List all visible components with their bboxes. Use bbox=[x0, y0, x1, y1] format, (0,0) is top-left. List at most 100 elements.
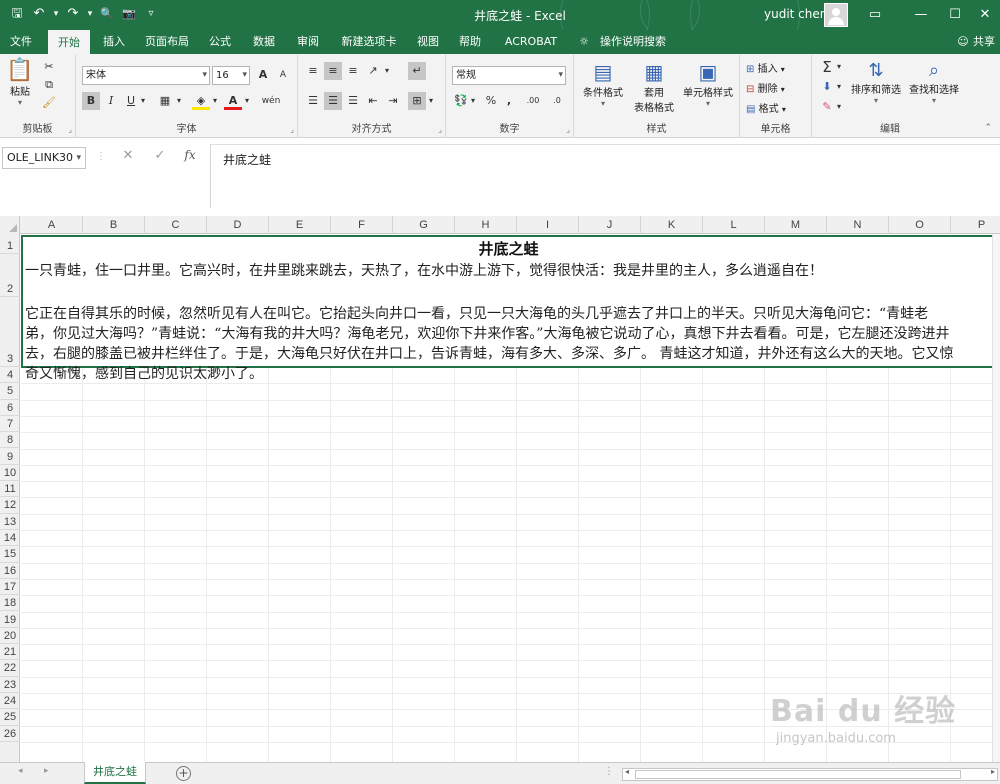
orientation-icon[interactable]: ↗ bbox=[364, 62, 382, 80]
shrink-font-button[interactable]: A bbox=[274, 66, 292, 84]
orientation-dropdown-icon[interactable]: ▾ bbox=[382, 62, 392, 80]
tab-insert[interactable]: 插入 bbox=[96, 30, 132, 54]
row-header-26[interactable]: 26 bbox=[0, 726, 20, 742]
column-header-m[interactable]: M bbox=[765, 216, 827, 234]
column-header-l[interactable]: L bbox=[703, 216, 765, 234]
column-header-j[interactable]: J bbox=[579, 216, 641, 234]
autosum-dropdown-icon[interactable]: ▾ bbox=[834, 58, 844, 76]
horizontal-scrollbar[interactable]: ◂ ▸ bbox=[622, 767, 998, 781]
redo-icon[interactable]: ↷ bbox=[64, 5, 82, 23]
percent-style-button[interactable]: % bbox=[482, 92, 500, 110]
row-header-2[interactable]: 2 bbox=[0, 254, 20, 297]
user-name[interactable]: yudit chen bbox=[764, 7, 827, 21]
italic-button[interactable]: I bbox=[102, 92, 120, 110]
comma-style-button[interactable]: , bbox=[500, 92, 518, 110]
share-icon[interactable]: ☺ bbox=[956, 30, 970, 54]
dialog-launcher-icon[interactable]: ⌟ bbox=[566, 125, 570, 134]
row-header-8[interactable]: 8 bbox=[0, 432, 20, 449]
font-size-select[interactable]: 16 ▾ bbox=[212, 66, 250, 85]
row-header-6[interactable]: 6 bbox=[0, 400, 20, 416]
tab-help[interactable]: 帮助 bbox=[452, 30, 488, 54]
row-header-9[interactable]: 9 bbox=[0, 449, 20, 465]
tab-file[interactable]: 文件 bbox=[0, 30, 42, 54]
select-all-button[interactable] bbox=[0, 216, 20, 234]
align-right-icon[interactable]: ☰ bbox=[344, 92, 362, 110]
column-header-i[interactable]: I bbox=[517, 216, 579, 234]
column-header-a[interactable]: A bbox=[21, 216, 83, 234]
row-header-23[interactable]: 23 bbox=[0, 677, 20, 693]
tab-formulas[interactable]: 公式 bbox=[202, 30, 238, 54]
merge-dropdown-icon[interactable]: ▾ bbox=[426, 92, 436, 110]
align-bottom-icon[interactable]: ≡ bbox=[344, 62, 362, 80]
font-name-select[interactable]: 宋体 ▾ bbox=[82, 66, 210, 85]
row-header-25[interactable]: 25 bbox=[0, 709, 20, 726]
undo-icon[interactable]: ↶ bbox=[30, 5, 48, 23]
cancel-icon[interactable]: ✕ bbox=[118, 148, 138, 163]
row-header-20[interactable]: 20 bbox=[0, 628, 20, 645]
more-options-icon[interactable]: ⋮ bbox=[604, 766, 614, 777]
wrap-text-icon[interactable]: ↵ bbox=[408, 62, 426, 80]
save-icon[interactable]: 🖫 bbox=[8, 5, 26, 23]
tell-me-search[interactable]: 操作说明搜索 bbox=[598, 30, 668, 54]
selected-merged-cell[interactable]: 井底之蛙 一只青蛙，住一口井里。它高兴时，在井里跳来跳去，天热了，在水中游上游下… bbox=[21, 235, 996, 382]
dialog-launcher-icon[interactable]: ⌟ bbox=[290, 125, 294, 134]
delete-cells-button[interactable]: ⊟ 删除 ▾ bbox=[746, 80, 810, 95]
row-header-3[interactable]: 3 bbox=[0, 297, 20, 367]
format-painter-icon[interactable]: 🖌 bbox=[40, 94, 58, 112]
sheet-tab-active[interactable]: 井底之蛙 bbox=[84, 762, 146, 784]
column-header-d[interactable]: D bbox=[207, 216, 269, 234]
print-preview-icon[interactable]: 🔍 bbox=[98, 5, 116, 23]
conditional-formatting-button[interactable]: ▤ 条件格式 ▾ bbox=[578, 60, 628, 108]
sort-filter-button[interactable]: ⇅ 排序和筛选 ▾ bbox=[848, 60, 904, 105]
fill-dropdown-icon[interactable]: ▾ bbox=[210, 92, 220, 110]
format-cells-button[interactable]: ▤ 格式 ▾ bbox=[746, 100, 810, 115]
insert-function-icon[interactable]: fx bbox=[180, 148, 200, 162]
number-format-select[interactable]: 常规 ▾ bbox=[452, 66, 566, 85]
row-header-11[interactable]: 11 bbox=[0, 481, 20, 498]
column-header-n[interactable]: N bbox=[827, 216, 889, 234]
row-header-21[interactable]: 21 bbox=[0, 644, 20, 661]
avatar[interactable] bbox=[824, 3, 848, 27]
column-header-e[interactable]: E bbox=[269, 216, 331, 234]
column-header-o[interactable]: O bbox=[889, 216, 951, 234]
align-top-icon[interactable]: ≡ bbox=[304, 62, 322, 80]
tab-new-tab[interactable]: 新建选项卡 bbox=[334, 30, 404, 54]
dialog-launcher-icon[interactable]: ⌟ bbox=[68, 125, 72, 134]
tab-acrobat[interactable]: ACROBAT bbox=[498, 30, 564, 54]
redo-dropdown-icon[interactable]: ▾ bbox=[86, 5, 94, 23]
tab-review[interactable]: 审阅 bbox=[290, 30, 326, 54]
prev-sheet-icon[interactable]: ◂ bbox=[18, 766, 23, 776]
row-header-1[interactable]: 1 bbox=[0, 234, 20, 254]
camera-icon[interactable]: 📷 bbox=[120, 5, 138, 23]
font-color-icon[interactable]: A bbox=[224, 92, 242, 110]
fill-dropdown-icon[interactable]: ▾ bbox=[834, 78, 844, 96]
row-header-4[interactable]: 4 bbox=[0, 367, 20, 384]
font-color-dropdown-icon[interactable]: ▾ bbox=[242, 92, 252, 110]
row-header-5[interactable]: 5 bbox=[0, 383, 20, 400]
tab-view[interactable]: 视图 bbox=[410, 30, 446, 54]
underline-dropdown-icon[interactable]: ▾ bbox=[138, 92, 148, 110]
scroll-thumb[interactable] bbox=[635, 770, 961, 779]
column-header-k[interactable]: K bbox=[641, 216, 703, 234]
ribbon-display-options-button[interactable]: ▭ bbox=[852, 0, 898, 30]
cut-icon[interactable]: ✂ bbox=[40, 58, 58, 76]
tab-home[interactable]: 开始 bbox=[48, 30, 90, 54]
close-button[interactable]: ✕ bbox=[962, 0, 1000, 30]
customize-qat-icon[interactable]: ▿ bbox=[142, 5, 160, 23]
tab-page-layout[interactable]: 页面布局 bbox=[140, 30, 194, 54]
align-left-icon[interactable]: ☰ bbox=[304, 92, 322, 110]
row-header-17[interactable]: 17 bbox=[0, 579, 20, 596]
column-header-c[interactable]: C bbox=[145, 216, 207, 234]
scroll-left-icon[interactable]: ◂ bbox=[625, 767, 629, 776]
row-header-12[interactable]: 12 bbox=[0, 497, 20, 514]
bold-button[interactable]: B bbox=[82, 92, 100, 110]
insert-cells-button[interactable]: ⊞ 插入 ▾ bbox=[746, 60, 810, 75]
row-header-10[interactable]: 10 bbox=[0, 465, 20, 482]
decrease-indent-icon[interactable]: ⇤ bbox=[364, 92, 382, 110]
cell-styles-button[interactable]: ▣ 单元格样式 ▾ bbox=[678, 60, 738, 108]
formula-input[interactable]: 井底之蛙 bbox=[210, 144, 1000, 208]
scroll-right-icon[interactable]: ▸ bbox=[991, 767, 995, 776]
paste-button[interactable]: 📋 粘贴 ▾ bbox=[4, 58, 36, 107]
phonetic-button[interactable]: wén bbox=[258, 92, 284, 110]
row-header-16[interactable]: 16 bbox=[0, 563, 20, 579]
